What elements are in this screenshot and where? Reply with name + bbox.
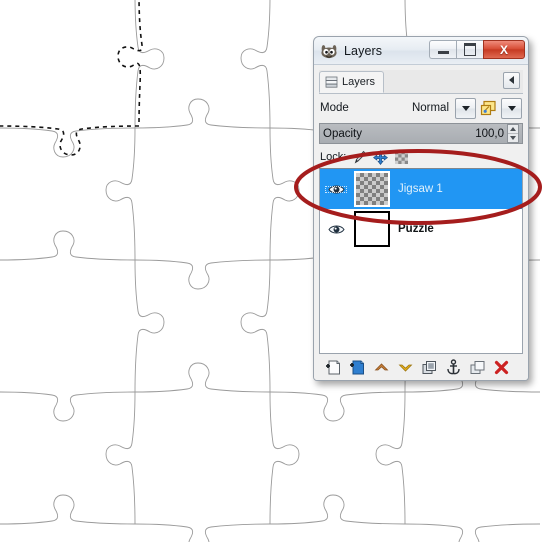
lock-position-icon[interactable] — [373, 149, 389, 165]
new-layer-icon — [325, 360, 340, 374]
merge-down-icon — [470, 360, 484, 374]
triangle-left-icon — [509, 76, 514, 84]
selection-marching-ants — [0, 0, 143, 156]
chevron-up-icon — [374, 362, 388, 370]
triangle-up-icon — [510, 127, 516, 131]
layer-thumbnail-cell[interactable] — [350, 171, 394, 207]
chevron-down-icon — [398, 364, 412, 372]
opacity-spinner-up[interactable] — [508, 125, 518, 134]
tab-layers[interactable]: Layers — [319, 71, 385, 93]
opacity-label: Opacity — [323, 127, 362, 140]
dialog-body: Layers Mode Normal Opacity 100,0 Lock: J… — [314, 65, 528, 380]
layer-thumbnail-checkerboard — [354, 171, 390, 207]
delete-x-icon — [494, 360, 508, 374]
mode-row: Mode Normal — [319, 96, 523, 120]
layer-name-label[interactable]: Jigsaw 1 — [394, 183, 443, 195]
minimize-button[interactable] — [429, 40, 456, 59]
layer-visibility-toggle[interactable] — [322, 223, 350, 236]
layer-visibility-toggle[interactable] — [322, 183, 350, 196]
close-button[interactable]: X — [483, 40, 525, 59]
dialog-titlebar[interactable]: Layers X — [314, 37, 528, 65]
tab-layers-label: Layers — [342, 76, 376, 88]
layer-link-icon[interactable] — [480, 100, 497, 117]
layer-thumbnail-blank — [354, 211, 390, 247]
tab-menu-button[interactable] — [503, 71, 520, 89]
opacity-slider[interactable]: Opacity 100,0 — [319, 123, 523, 144]
delete-layer-button[interactable] — [490, 356, 512, 378]
layers-toolbar — [319, 354, 523, 380]
new-layer-group-icon — [349, 360, 364, 374]
mode-dropdown-button[interactable] — [455, 97, 476, 119]
eye-icon — [327, 184, 345, 194]
lock-pixels-icon[interactable] — [352, 150, 367, 165]
close-icon: X — [499, 42, 508, 57]
duplicate-layer-button[interactable] — [418, 356, 440, 378]
mode-value[interactable]: Normal — [412, 102, 451, 114]
layer-name-label[interactable]: Puzzle — [394, 223, 434, 235]
tab-strip: Layers — [319, 70, 523, 94]
maximize-button[interactable] — [456, 40, 483, 59]
dialog-title: Layers — [344, 43, 383, 58]
opacity-spinner-down[interactable] — [508, 134, 518, 142]
chevron-down-icon — [461, 105, 470, 111]
duplicate-layer-icon — [422, 360, 436, 374]
anchor-layer-button[interactable] — [442, 356, 464, 378]
lock-alpha-icon[interactable] — [394, 150, 409, 165]
layer-row-puzzle[interactable]: Puzzle — [320, 209, 522, 249]
triangle-down-icon — [510, 136, 516, 140]
lock-label: Lock: — [320, 151, 347, 163]
wilber-gimp-icon — [321, 44, 337, 58]
new-layer-button[interactable] — [322, 356, 344, 378]
eye-icon — [327, 224, 345, 234]
opacity-spinner[interactable] — [507, 124, 519, 143]
layers-dialog-window[interactable]: Layers X Layers Mode Normal Opacity 100,… — [313, 36, 529, 381]
layer-list[interactable]: Jigsaw 1 Puzzle — [319, 168, 523, 354]
layers-tab-icon — [325, 76, 338, 88]
raise-layer-button[interactable] — [370, 356, 392, 378]
layer-row-jigsaw-1[interactable]: Jigsaw 1 — [320, 169, 522, 209]
maximize-icon — [464, 43, 476, 56]
anchor-icon — [446, 358, 460, 374]
window-caption-buttons[interactable]: X — [429, 40, 525, 59]
layer-thumbnail-cell[interactable] — [350, 211, 394, 247]
new-layer-group-button[interactable] — [346, 356, 368, 378]
lower-layer-button[interactable] — [394, 356, 416, 378]
opacity-value[interactable]: 100,0 — [475, 128, 504, 140]
minimize-icon — [437, 51, 449, 54]
merge-down-button[interactable] — [466, 356, 488, 378]
mode-extra-dropdown-button[interactable] — [501, 97, 522, 119]
lock-row: Lock: — [319, 147, 523, 167]
chevron-down-icon — [507, 105, 516, 111]
mode-label: Mode — [320, 102, 349, 114]
